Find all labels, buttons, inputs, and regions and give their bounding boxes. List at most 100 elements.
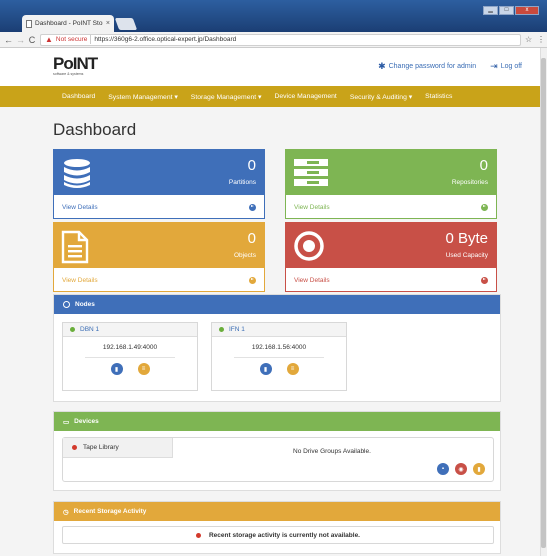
devices-panel: ▭ Devices Tape Library No Drive Groups A…	[53, 411, 501, 491]
node-name[interactable]: IFN 1	[229, 326, 245, 333]
nav-statistics[interactable]: Statistics	[425, 93, 452, 100]
maximize-button[interactable]: □	[499, 6, 514, 15]
objects-label: Objects	[233, 252, 256, 259]
nav-security-auditing[interactable]: Security & Auditing ▾	[350, 93, 412, 101]
address-bar-row: ← → C ▲ Not secure https://360g6-2.offic…	[0, 32, 547, 48]
device-box: Tape Library No Drive Groups Available. …	[62, 437, 494, 482]
url-field[interactable]: ▲ Not secure https://360g6-2.office.opti…	[40, 33, 521, 46]
main-nav: Dashboard System Management ▾ Storage Ma…	[0, 86, 540, 107]
device-tab[interactable]: Tape Library	[63, 438, 173, 458]
page: PoINT software & systems ✱ Change passwo…	[0, 48, 540, 556]
node-actions: ▮ ≡	[212, 363, 346, 375]
partitions-card: 0 Partitions View Details	[53, 149, 265, 219]
arrow-circle-icon	[481, 276, 488, 284]
nav-storage-management[interactable]: Storage Management ▾	[191, 93, 262, 101]
nav-system-management[interactable]: System Management ▾	[108, 93, 178, 101]
objects-view-details[interactable]: View Details	[54, 268, 264, 292]
gear-icon: ✱	[378, 61, 386, 71]
close-window-button[interactable]: x	[515, 6, 539, 15]
node-header: IFN 1	[212, 323, 346, 337]
change-password-link[interactable]: ✱ Change password for admin	[378, 61, 476, 72]
logout-label: Log off	[500, 63, 522, 70]
nodes-icon	[63, 301, 70, 308]
node-ip: 192.168.1.49:4000	[85, 344, 175, 358]
view-details-label: View Details	[62, 276, 98, 284]
reload-icon[interactable]: C	[28, 35, 36, 45]
devices-panel-header: ▭ Devices	[54, 412, 500, 431]
not-secure-label: Not secure	[55, 36, 88, 43]
chart-icon[interactable]: ▮	[259, 363, 272, 375]
chart-icon[interactable]: ▮	[110, 363, 123, 375]
partitions-view-details[interactable]: View Details	[54, 195, 264, 219]
url-text: https://360g6-2.office.optical-expert.jp…	[94, 36, 237, 43]
window-controls: ▁ □ x	[483, 6, 539, 15]
logout-link[interactable]: ⇥ Log off	[490, 61, 522, 72]
arrow-circle-icon	[249, 203, 256, 211]
browser-chrome: Dashboard - PoINT Stora × ▁ □ x ← → C ▲ …	[0, 0, 547, 48]
nav-dashboard[interactable]: Dashboard	[62, 93, 95, 100]
objects-card-header: 0 Objects	[54, 223, 264, 268]
device-actions: ▪ ◉ ▮	[437, 463, 485, 475]
node-card-ifn1: IFN 1 192.168.1.56:4000 ▮ ≡	[211, 322, 347, 391]
list-icon[interactable]: ≡	[137, 363, 150, 375]
used-capacity-label: Used Capacity	[445, 252, 488, 259]
recent-activity-panel: ◷ Recent Storage Activity Recent storage…	[53, 501, 501, 554]
status-dot	[219, 327, 224, 332]
minimize-button[interactable]: ▁	[483, 6, 498, 15]
recent-activity-header: ◷ Recent Storage Activity	[54, 502, 500, 521]
repositories-label: Repositories	[451, 179, 488, 186]
forward-icon[interactable]: →	[16, 35, 25, 45]
logout-icon: ⇥	[490, 61, 498, 71]
warning-icon: ▲	[45, 35, 53, 44]
status-dot	[195, 532, 201, 538]
recent-activity-empty: Recent storage activity is currently not…	[208, 531, 360, 539]
objects-card: 0 Objects View Details	[53, 222, 265, 292]
node-card-dbn1: DBN 1 192.168.1.49:4000 ▮ ≡	[62, 322, 198, 391]
point-logo[interactable]: PoINT software & systems	[53, 54, 98, 76]
url-divider	[90, 35, 92, 44]
used-capacity-value: 0 Byte	[445, 230, 488, 247]
back-icon[interactable]: ←	[4, 35, 13, 45]
used-capacity-view-details[interactable]: View Details	[286, 268, 496, 292]
edit-icon[interactable]: ▪	[437, 463, 449, 475]
view-details-label: View Details	[62, 203, 98, 211]
bookmark-star-icon[interactable]: ☆	[525, 35, 533, 44]
header-actions: ✱ Change password for admin ⇥ Log off	[378, 61, 522, 72]
browser-tab[interactable]: Dashboard - PoINT Stora ×	[22, 15, 114, 32]
tab-title: Dashboard - PoINT Stora	[35, 20, 103, 27]
nodes-panel-header: Nodes	[54, 295, 500, 314]
devices-title: Devices	[74, 418, 99, 425]
repositories-view-details[interactable]: View Details	[286, 195, 496, 219]
browser-menu-icon[interactable]: ⋮	[537, 35, 545, 44]
logo-text: PoINT	[53, 54, 98, 73]
recent-activity-box: Recent storage activity is currently not…	[62, 526, 494, 544]
view-details-label: View Details	[294, 203, 330, 211]
new-tab-button[interactable]	[114, 18, 138, 30]
disc-icon	[294, 231, 324, 261]
window-titlebar: Dashboard - PoINT Stora × ▁ □ x	[0, 0, 547, 32]
recent-activity-title: Recent Storage Activity	[73, 508, 147, 515]
status-dot	[72, 445, 77, 450]
scrollbar-thumb[interactable]	[541, 58, 546, 548]
device-name: Tape Library	[83, 444, 119, 451]
partitions-card-header: 0 Partitions	[54, 150, 264, 195]
used-capacity-card: 0 Byte Used Capacity View Details	[285, 222, 497, 292]
list-icon[interactable]: ≡	[286, 363, 299, 375]
no-drive-groups-text: No Drive Groups Available.	[293, 448, 371, 455]
page-title: Dashboard	[53, 120, 137, 139]
tab-close-icon[interactable]: ×	[106, 20, 110, 27]
repositories-card: 0 Repositories View Details	[285, 149, 497, 219]
nav-device-management[interactable]: Device Management	[274, 93, 336, 100]
clock-icon: ◷	[63, 508, 69, 516]
arrow-circle-icon	[481, 203, 488, 211]
disc-icon[interactable]: ◉	[455, 463, 467, 475]
node-actions: ▮ ≡	[63, 363, 197, 375]
view-details-label: View Details	[294, 276, 330, 284]
page-icon	[26, 19, 32, 28]
repositories-card-header: 0 Repositories	[286, 150, 496, 195]
change-password-label: Change password for admin	[388, 63, 477, 70]
chart-icon[interactable]: ▮	[473, 463, 485, 475]
nodes-panel: Nodes DBN 1 192.168.1.49:4000 ▮ ≡ IFN 1 …	[53, 294, 501, 402]
nodes-title: Nodes	[75, 301, 95, 308]
node-name[interactable]: DBN 1	[80, 326, 99, 333]
